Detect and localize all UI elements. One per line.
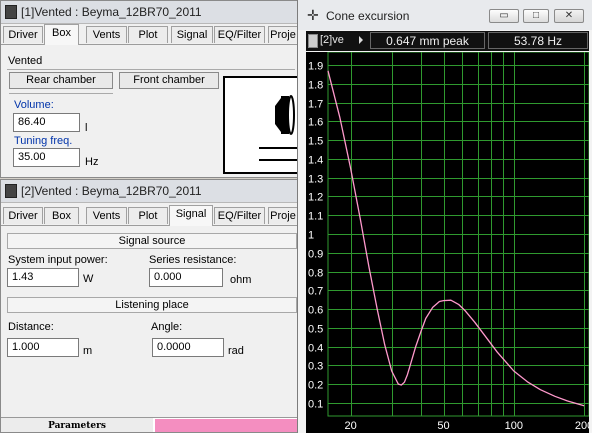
window-2-tabs: Driver Box Vents Plot Signal EQ/Filter P…: [1, 205, 297, 226]
volume-label: Volume:: [14, 99, 54, 111]
signal-source-header: Signal source: [7, 233, 297, 249]
tab-box[interactable]: Box: [44, 24, 79, 45]
status-bar: Parameters: [1, 417, 297, 432]
y-tick-label: 1.7: [308, 99, 323, 111]
status-progress: [155, 419, 297, 432]
y-tick-label: 0.3: [308, 361, 323, 373]
cone-titlebar[interactable]: ✛ Cone excursion ▭ □ ✕: [298, 0, 592, 30]
x-tick-label: 200: [575, 420, 589, 432]
tab-signal[interactable]: Signal: [171, 26, 213, 43]
listening-place-header: Listening place: [7, 297, 297, 313]
angle-label: Angle:: [151, 321, 183, 333]
tab-vents[interactable]: Vents: [86, 207, 127, 224]
y-tick-label: 1.5: [308, 136, 323, 148]
tuning-freq-unit: Hz: [85, 156, 99, 168]
divider: [7, 69, 295, 70]
resistance-field[interactable]: 0.000: [149, 268, 223, 287]
maximize-button[interactable]: □: [523, 9, 549, 23]
selector-arrow-icon[interactable]: [359, 36, 363, 44]
tuning-freq-field[interactable]: 35.00: [13, 148, 80, 167]
tab-eq-filter[interactable]: EQ/Filter: [214, 26, 265, 43]
window-1-tabs: Driver Box Vents Plot Signal EQ/Filter P…: [1, 24, 297, 45]
cone-title: Cone excursion: [326, 9, 410, 23]
window-1-titlebar[interactable]: [1]Vented : Beyma_12BR70_2011: [1, 1, 297, 24]
y-tick-label: 0.6: [308, 305, 323, 317]
x-tick-label: 50: [437, 420, 449, 432]
y-tick-label: 1.1: [308, 211, 323, 223]
window-2-titlebar[interactable]: [2]Vented : Beyma_12BR70_2011: [1, 180, 297, 203]
distance-field[interactable]: 1.000: [7, 338, 79, 357]
cone-excursion-chart[interactable]: 0.1 0.2 0.3 0.4 0.5 0.6 0.7 0.8 0.9 1 1.1 1.2 1.3 1.4…: [306, 52, 589, 433]
tuning-freq-label: Tuning freq.: [14, 135, 73, 147]
window-2-title: [2]Vented : Beyma_12BR70_2011: [21, 184, 202, 198]
window-1-title: [1]Vented : Beyma_12BR70_2011: [21, 5, 202, 19]
y-tick-label: 0.8: [308, 268, 323, 280]
close-button[interactable]: ✕: [554, 9, 584, 23]
curve-selector[interactable]: [2]ve: [320, 34, 344, 46]
y-tick-label: 1: [308, 230, 314, 242]
frequency-readout: 53.78 Hz: [488, 32, 588, 49]
power-unit: W: [83, 273, 94, 285]
y-tick-label: 1.6: [308, 117, 323, 129]
y-tick-label: 0.1: [308, 399, 323, 411]
tab-vents[interactable]: Vents: [86, 26, 127, 43]
readout-bar: [2]ve 0.647 mm peak 53.78 Hz: [306, 31, 589, 51]
volume-unit: l: [85, 122, 88, 134]
distance-unit: m: [83, 345, 93, 357]
crosshair-icon: ✛: [307, 7, 319, 23]
curve-select-icon[interactable]: [308, 34, 318, 48]
y-tick-label: 1.8: [308, 80, 323, 92]
cone-excursion-window: ✛ Cone excursion ▭ □ ✕ [2]ve 0.647 mm pe…: [297, 0, 592, 433]
tab-plot[interactable]: Plot: [128, 26, 168, 43]
window-2: [2]Vented : Beyma_12BR70_2011 Driver Box…: [0, 179, 298, 433]
resistance-unit: ohm: [230, 274, 252, 286]
angle-unit: rad: [228, 345, 244, 357]
tab-signal[interactable]: Signal: [169, 205, 213, 226]
status-parameters: Parameters: [1, 418, 153, 432]
distance-label: Distance:: [8, 321, 54, 333]
x-tick-label: 100: [505, 420, 523, 432]
speaker-box-icon: [259, 95, 297, 161]
y-tick-label: 1.4: [308, 155, 323, 167]
tab-driver[interactable]: Driver: [3, 207, 43, 224]
angle-field[interactable]: 0.0000: [152, 338, 224, 357]
status-parameters-label: Parameters: [48, 421, 106, 431]
peak-readout: 0.647 mm peak: [370, 32, 485, 49]
tab-driver[interactable]: Driver: [3, 26, 43, 43]
tab-eq-filter[interactable]: EQ/Filter: [214, 207, 265, 224]
tab-project[interactable]: Proje: [268, 207, 297, 224]
x-tick-label: 20: [344, 420, 356, 432]
y-tick-label: 1.3: [308, 174, 323, 186]
y-tick-label: 0.4: [308, 343, 323, 355]
rear-chamber-button[interactable]: Rear chamber: [9, 72, 113, 89]
tab-box[interactable]: Box: [44, 207, 79, 224]
box-diagram: [223, 76, 297, 174]
y-tick-label: 1.9: [308, 61, 323, 73]
front-chamber-button[interactable]: Front chamber: [119, 72, 219, 89]
tab-project[interactable]: Proje: [268, 26, 297, 43]
power-label: System input power:: [8, 254, 108, 266]
tab-plot[interactable]: Plot: [128, 207, 168, 224]
speaker-icon: [5, 5, 17, 19]
y-tick-label: 1.2: [308, 192, 323, 204]
y-tick-label: 0.5: [308, 324, 323, 336]
divider: [9, 93, 113, 94]
y-tick-label: 0.9: [308, 249, 323, 261]
window-1: [1]Vented : Beyma_12BR70_2011 Driver Box…: [0, 0, 298, 178]
speaker-icon: [5, 184, 17, 198]
resistance-label: Series resistance:: [149, 254, 237, 266]
volume-field[interactable]: 86.40: [13, 113, 80, 132]
y-tick-label: 0.7: [308, 286, 323, 298]
y-tick-label: 0.2: [308, 380, 323, 392]
power-field[interactable]: 1.43: [7, 268, 79, 287]
minimize-button[interactable]: ▭: [489, 9, 519, 23]
box-type-label: Vented: [8, 55, 43, 67]
